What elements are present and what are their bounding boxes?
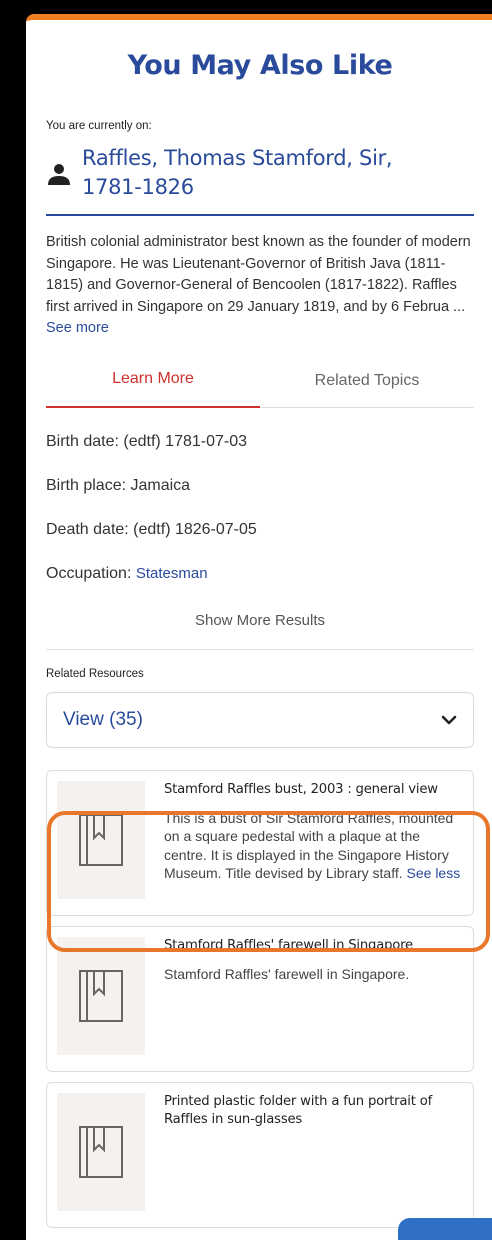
tab-learn-more[interactable]: Learn More [46, 370, 260, 408]
resource-card-body: Printed plastic folder with a fun portra… [164, 1093, 465, 1217]
current-description-text: British colonial administrator best know… [46, 234, 471, 315]
current-person-name-line2: 1781-1826 [82, 175, 194, 199]
book-icon [79, 969, 123, 1022]
current-person-name[interactable]: Raffles, Thomas Stamford, Sir, 1781-1826 [82, 144, 393, 202]
resource-title[interactable]: Printed plastic folder with a fun portra… [164, 1093, 465, 1129]
view-dropdown-label: View (35) [63, 708, 143, 730]
divider [46, 648, 474, 650]
floating-action-button[interactable] [398, 1218, 492, 1240]
resource-card[interactable]: Stamford Raffles' farewell in Singapore … [46, 925, 474, 1072]
person-icon [48, 164, 70, 185]
resource-thumbnail [57, 936, 145, 1055]
resource-card[interactable]: Printed plastic folder with a fun portra… [46, 1081, 474, 1228]
fact-occupation-label: Occupation: [46, 564, 136, 582]
current-label: You are currently on: [46, 120, 152, 132]
book-icon [79, 1125, 123, 1178]
fact-death-date: Death date: (edtf) 1826-07-05 [46, 520, 257, 538]
tab-related-topics[interactable]: Related Topics [260, 370, 474, 407]
show-more-button[interactable]: Show More Results [46, 612, 474, 629]
recommendation-panel: You May Also Like You are currently on: … [26, 14, 492, 1240]
resource-thumbnail [57, 1092, 145, 1211]
occupation-link[interactable]: Statesman [136, 565, 208, 582]
current-person-name-line1: Raffles, Thomas Stamford, Sir, [82, 146, 393, 170]
book-icon [79, 813, 123, 866]
resource-thumbnail [57, 780, 145, 899]
panel-title: You May Also Like [127, 50, 393, 81]
resource-card-body: Stamford Raffles bust, 2003 : general vi… [164, 781, 465, 905]
fact-occupation: Occupation: Statesman [46, 564, 474, 584]
resource-list: Stamford Raffles bust, 2003 : general vi… [46, 769, 474, 1228]
fact-birth-place: Birth place: Jamaica [46, 476, 191, 494]
view-dropdown[interactable]: View (35) [46, 691, 474, 748]
resource-description: Stamford Raffles' farewell in Singapore. [164, 965, 410, 982]
current-person: Raffles, Thomas Stamford, Sir, 1781-1826 [46, 144, 474, 216]
tab-bar: Learn More Related Topics [46, 370, 474, 408]
resource-card[interactable]: Stamford Raffles bust, 2003 : general vi… [46, 769, 474, 916]
resource-title[interactable]: Stamford Raffles' farewell in Singapore [164, 937, 465, 955]
chevron-down-icon [441, 715, 457, 724]
see-more-link[interactable]: See more [46, 320, 109, 336]
current-description: British colonial administrator best know… [46, 232, 474, 340]
resource-description: This is a bust of Sir Stamford Raffles, … [164, 809, 465, 901]
related-resources-label: Related Resources [46, 667, 144, 680]
resource-title[interactable]: Stamford Raffles bust, 2003 : general vi… [164, 781, 465, 799]
resource-card-body: Stamford Raffles' farewell in Singapore … [164, 937, 465, 1061]
see-less-link[interactable]: See less [407, 865, 461, 881]
fact-birth-date: Birth date: (edtf) 1781-07-03 [46, 432, 248, 450]
